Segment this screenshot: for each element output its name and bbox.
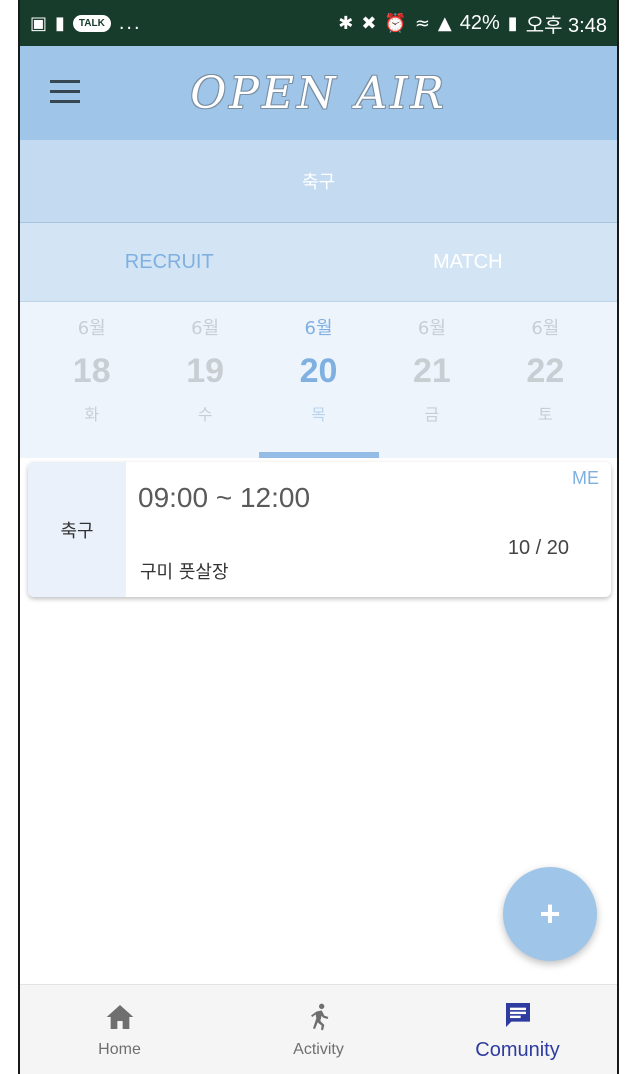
nav-home[interactable]: Home <box>20 985 219 1074</box>
date-month: 6월 <box>531 318 560 339</box>
gallery-icon: ▣ <box>30 12 48 34</box>
tab-bar: RECRUIT MATCH <box>20 223 617 302</box>
chat-bubble-icon <box>505 1002 530 1027</box>
card-time: 09:00 ~ 12:00 <box>138 482 311 513</box>
selected-date-indicator <box>258 452 379 458</box>
date-day: 20 <box>299 352 338 390</box>
sport-selector[interactable]: 축구 <box>20 140 617 223</box>
bottom-navigation: Home Activity Comunity <box>20 984 617 1074</box>
battery-percent: 42% <box>459 11 500 34</box>
date-month: 6월 <box>417 318 446 339</box>
status-bar: ▣ ▮ TALK ... ✱ ✖ ⏰ ≈ ▲ 42% ▮ 오후 3:48 <box>20 0 617 46</box>
date-item[interactable]: 6월 22 토 <box>489 302 602 458</box>
recruit-card[interactable]: 축구 09:00 ~ 12:00 ME 10 / 20 구미 풋살장 <box>28 462 611 597</box>
date-weekday: 수 <box>197 405 213 424</box>
date-item[interactable]: 6월 21 금 <box>375 302 488 458</box>
date-day: 21 <box>413 352 451 390</box>
card-body: 09:00 ~ 12:00 ME 10 / 20 구미 풋살장 <box>126 462 611 597</box>
tab-match[interactable]: MATCH <box>319 223 618 301</box>
date-item-selected[interactable]: 6월 20 목 <box>258 302 379 458</box>
date-day: 22 <box>526 352 565 390</box>
phone-screen: ▣ ▮ TALK ... ✱ ✖ ⏰ ≈ ▲ 42% ▮ 오후 3:48 OPE… <box>18 0 619 1074</box>
clock: 오후 3:48 <box>525 14 607 37</box>
nav-label: Comunity <box>475 1038 560 1061</box>
nav-label: Activity <box>293 1041 344 1058</box>
card-sport: 축구 <box>28 462 126 597</box>
date-day: 19 <box>186 352 225 390</box>
card-participant-count: 10 / 20 <box>507 537 569 559</box>
signal-icon: ▲ <box>437 12 452 34</box>
nav-activity[interactable]: Activity <box>219 985 418 1074</box>
tab-recruit[interactable]: RECRUIT <box>20 223 319 301</box>
app-header: OPEN AIR <box>20 46 617 140</box>
date-weekday: 토 <box>537 405 553 424</box>
wifi-icon: ≈ <box>414 12 430 34</box>
menu-icon[interactable] <box>50 80 80 104</box>
alarm-icon: ⏰ <box>384 12 407 34</box>
date-weekday: 금 <box>424 405 440 424</box>
sport-label: 축구 <box>301 172 336 193</box>
nav-community[interactable]: Comunity <box>418 985 617 1074</box>
date-item[interactable]: 6월 18 화 <box>35 302 148 458</box>
date-weekday: 목 <box>311 405 326 424</box>
card-place: 구미 풋살장 <box>140 562 229 583</box>
card-owner-badge: ME <box>572 468 599 488</box>
nav-label: Home <box>98 1041 141 1058</box>
mute-icon: ✖ <box>361 12 377 34</box>
talk-icon: TALK <box>72 14 111 32</box>
date-month: 6월 <box>191 318 220 339</box>
date-day: 18 <box>72 352 111 390</box>
message-icon: ▮ <box>55 12 65 34</box>
date-selector: 6월 18 화 6월 19 수 6월 20 목 6월 21 금 6월 22 토 <box>20 302 617 458</box>
app-logo: OPEN AIR <box>190 67 447 119</box>
status-bar-right: ✱ ✖ ⏰ ≈ ▲ 42% ▮ 오후 3:48 <box>338 9 607 38</box>
battery-icon: ▮ <box>507 12 518 34</box>
home-icon <box>106 1005 133 1029</box>
bluetooth-icon: ✱ <box>338 12 354 34</box>
status-bar-left: ▣ ▮ TALK ... <box>30 12 142 35</box>
date-month: 6월 <box>304 318 333 339</box>
add-button[interactable]: + <box>503 867 597 961</box>
date-item[interactable]: 6월 19 수 <box>148 302 261 458</box>
date-weekday: 화 <box>84 405 100 424</box>
date-month: 6월 <box>77 318 106 339</box>
more-notifications: ... <box>118 11 142 34</box>
running-icon <box>310 1003 328 1031</box>
